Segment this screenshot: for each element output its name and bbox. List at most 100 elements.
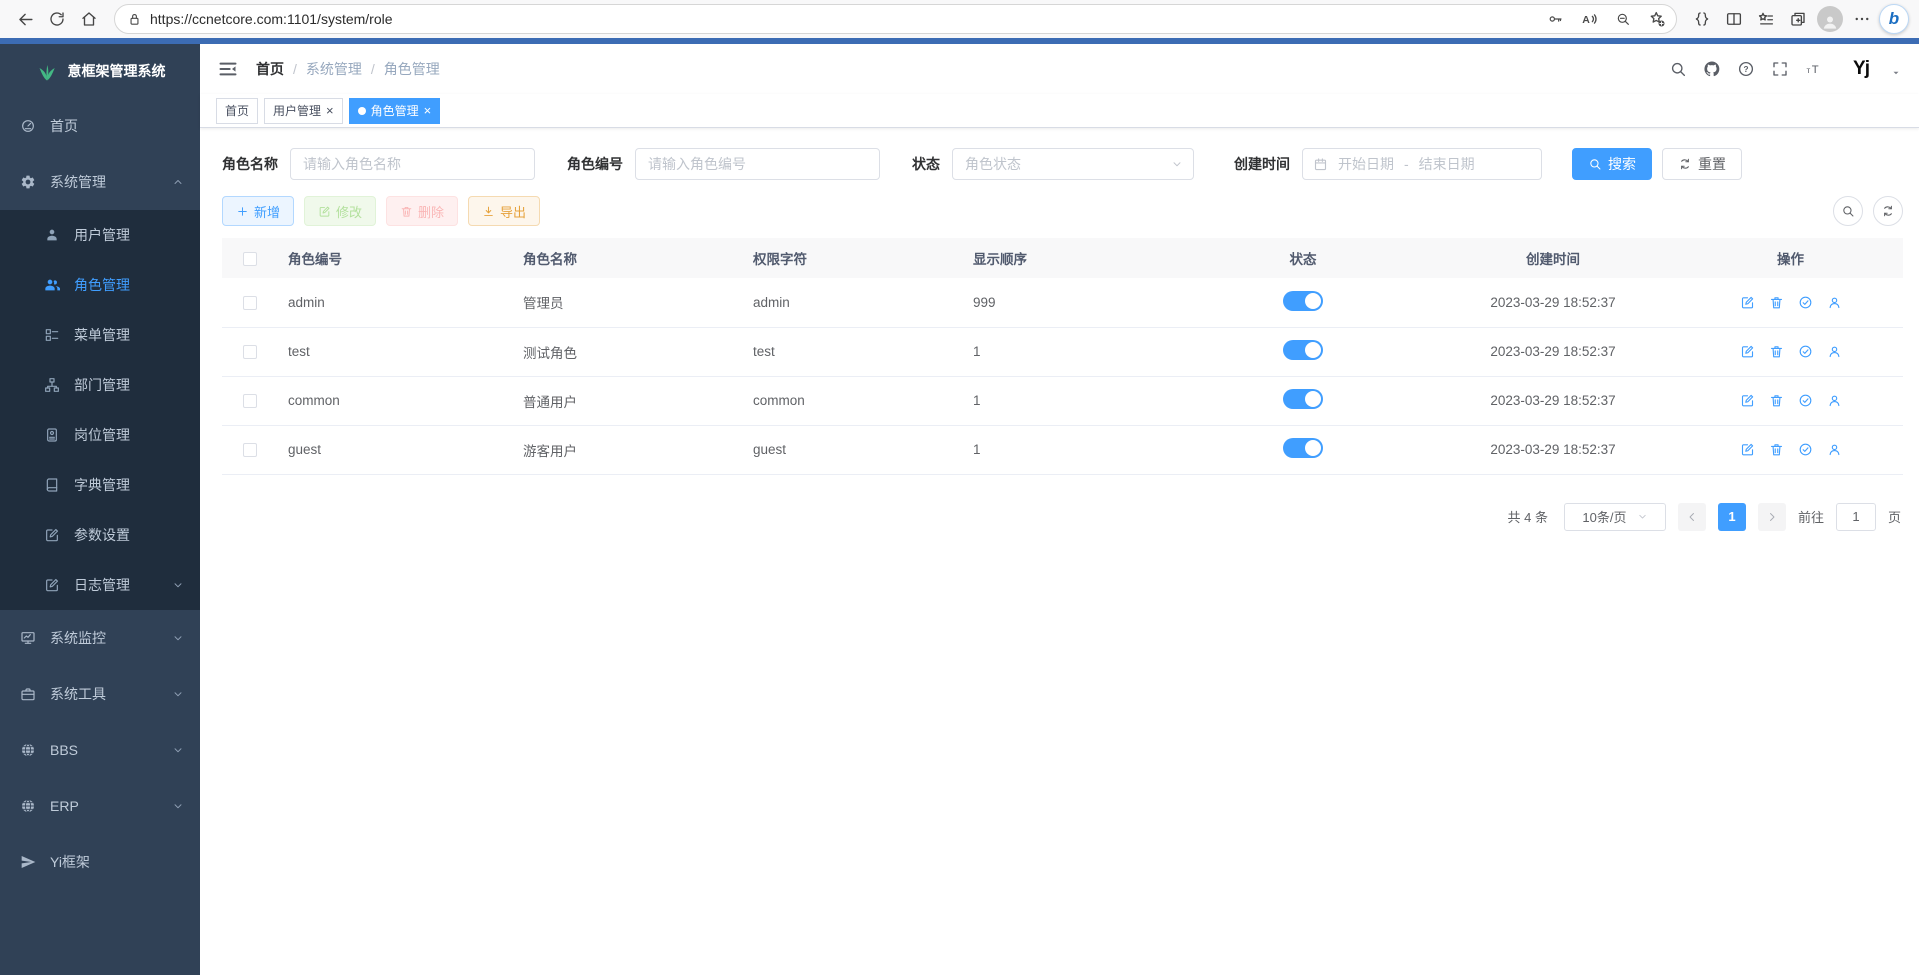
row-delete-icon[interactable] <box>1769 393 1784 408</box>
profile-avatar[interactable] <box>1815 4 1845 34</box>
bing-copilot-icon[interactable]: b <box>1879 4 1909 34</box>
status-label: 状态 <box>912 154 940 174</box>
password-key-icon[interactable] <box>1542 6 1568 32</box>
row-checkbox[interactable] <box>243 345 257 359</box>
address-bar[interactable]: https://ccnetcore.com:1101/system/role <box>114 4 1677 34</box>
globe-icon <box>20 742 36 758</box>
status-select-placeholder: 角色状态 <box>965 154 1021 174</box>
browser-home-button[interactable] <box>74 4 104 34</box>
row-assign-user-icon[interactable] <box>1827 442 1842 457</box>
status-toggle-on[interactable] <box>1283 291 1323 311</box>
sidebar-item-system-tools[interactable]: 系统工具 <box>0 666 200 722</box>
row-edit-icon[interactable] <box>1740 295 1755 310</box>
sidebar-item-post-mgmt[interactable]: 岗位管理 <box>0 410 200 460</box>
font-size-icon[interactable] <box>1805 60 1823 78</box>
sidebar-item-log-mgmt[interactable]: 日志管理 <box>0 560 200 610</box>
row-data-scope-icon[interactable] <box>1798 295 1813 310</box>
row-checkbox[interactable] <box>243 443 257 457</box>
url-text[interactable]: https://ccnetcore.com:1101/system/role <box>150 11 1534 27</box>
sidebar-item-user-mgmt[interactable]: 用户管理 <box>0 210 200 260</box>
sidebar-item-dept-mgmt[interactable]: 部门管理 <box>0 360 200 410</box>
browser-toolbar: https://ccnetcore.com:1101/system/role b <box>0 0 1919 38</box>
app-logo[interactable]: 意框架管理系统 <box>0 44 200 98</box>
sidebar-item-menu-mgmt[interactable]: 菜单管理 <box>0 310 200 360</box>
row-assign-user-icon[interactable] <box>1827 295 1842 310</box>
role-code-input[interactable] <box>635 148 880 180</box>
row-delete-icon[interactable] <box>1769 344 1784 359</box>
cell-role-name: 游客用户 <box>513 425 743 474</box>
help-icon[interactable] <box>1737 60 1755 78</box>
sidebar-item-home[interactable]: 首页 <box>0 98 200 154</box>
breadcrumb-home[interactable]: 首页 <box>256 59 284 79</box>
collections-icon[interactable] <box>1783 4 1813 34</box>
add-favorite-icon[interactable] <box>1644 6 1670 32</box>
fullscreen-icon[interactable] <box>1771 60 1789 78</box>
breadcrumb-system[interactable]: 系统管理 <box>306 59 362 79</box>
status-toggle-on[interactable] <box>1283 438 1323 458</box>
row-assign-user-icon[interactable] <box>1827 393 1842 408</box>
add-button[interactable]: 新增 <box>222 196 294 226</box>
row-delete-icon[interactable] <box>1769 442 1784 457</box>
row-assign-user-icon[interactable] <box>1827 344 1842 359</box>
row-edit-icon[interactable] <box>1740 442 1755 457</box>
goto-page-input[interactable] <box>1836 503 1876 531</box>
sidebar-item-role-mgmt[interactable]: 角色管理 <box>0 260 200 310</box>
row-checkbox[interactable] <box>243 296 257 310</box>
sidebar-item-system-mgmt[interactable]: 系统管理 <box>0 154 200 210</box>
row-edit-icon[interactable] <box>1740 344 1755 359</box>
sidebar-item-yi-framework[interactable]: Yi框架 <box>0 834 200 890</box>
user-logo-avatar[interactable]: Yj <box>1847 55 1875 83</box>
dashboard-icon <box>20 118 36 134</box>
header-search-icon[interactable] <box>1669 60 1687 78</box>
row-data-scope-icon[interactable] <box>1798 393 1813 408</box>
page-number-1[interactable]: 1 <box>1718 503 1746 531</box>
sidebar-item-erp[interactable]: ERP <box>0 778 200 834</box>
role-name-input[interactable] <box>290 148 535 180</box>
browser-back-button[interactable] <box>10 4 40 34</box>
split-screen-icon[interactable] <box>1719 4 1749 34</box>
browser-essentials-icon[interactable] <box>1687 4 1717 34</box>
table-row: admin 管理员 admin 999 2023-03-29 18:52:37 <box>222 278 1903 327</box>
tab-role-mgmt[interactable]: 角色管理 × <box>349 98 441 124</box>
search-button[interactable]: 搜索 <box>1572 148 1652 180</box>
read-aloud-icon[interactable] <box>1576 6 1602 32</box>
dictionary-icon <box>44 477 60 493</box>
status-select[interactable]: 角色状态 <box>952 148 1194 180</box>
toggle-search-button[interactable] <box>1833 196 1863 226</box>
role-table: 角色编号 角色名称 权限字符 显示顺序 状态 创建时间 操作 admin 管理员 <box>222 238 1903 475</box>
prev-page-button[interactable] <box>1678 503 1706 531</box>
sidebar-item-system-monitor[interactable]: 系统监控 <box>0 610 200 666</box>
tab-user-mgmt[interactable]: 用户管理 × <box>264 98 343 124</box>
refresh-table-button[interactable] <box>1873 196 1903 226</box>
reset-button[interactable]: 重置 <box>1662 148 1742 180</box>
status-toggle-on[interactable] <box>1283 340 1323 360</box>
row-checkbox[interactable] <box>243 394 257 408</box>
row-delete-icon[interactable] <box>1769 295 1784 310</box>
select-all-checkbox[interactable] <box>243 252 257 266</box>
sidebar-item-dict-mgmt[interactable]: 字典管理 <box>0 460 200 510</box>
edit-button[interactable]: 修改 <box>304 196 376 226</box>
status-toggle-on[interactable] <box>1283 389 1323 409</box>
site-lock-icon[interactable] <box>127 12 142 27</box>
delete-button[interactable]: 删除 <box>386 196 458 226</box>
next-page-button[interactable] <box>1758 503 1786 531</box>
export-button[interactable]: 导出 <box>468 196 540 226</box>
browser-refresh-button[interactable] <box>42 4 72 34</box>
favorites-bar-icon[interactable] <box>1751 4 1781 34</box>
row-data-scope-icon[interactable] <box>1798 344 1813 359</box>
row-edit-icon[interactable] <box>1740 393 1755 408</box>
date-range-picker[interactable]: 开始日期 - 结束日期 <box>1302 148 1542 180</box>
sidebar-toggle-icon[interactable] <box>218 59 238 79</box>
chevron-right-icon <box>1766 511 1778 523</box>
browser-menu-icon[interactable] <box>1847 4 1877 34</box>
sidebar-item-param-settings[interactable]: 参数设置 <box>0 510 200 560</box>
tab-close-icon[interactable]: × <box>424 104 432 117</box>
zoom-out-icon[interactable] <box>1610 6 1636 32</box>
avatar-caret-down-icon[interactable] <box>1891 68 1901 78</box>
sidebar-item-bbs[interactable]: BBS <box>0 722 200 778</box>
tab-close-icon[interactable]: × <box>326 104 334 117</box>
tab-home[interactable]: 首页 <box>216 98 258 124</box>
github-icon[interactable] <box>1703 60 1721 78</box>
page-size-select[interactable]: 10条/页 <box>1564 503 1666 531</box>
row-data-scope-icon[interactable] <box>1798 442 1813 457</box>
